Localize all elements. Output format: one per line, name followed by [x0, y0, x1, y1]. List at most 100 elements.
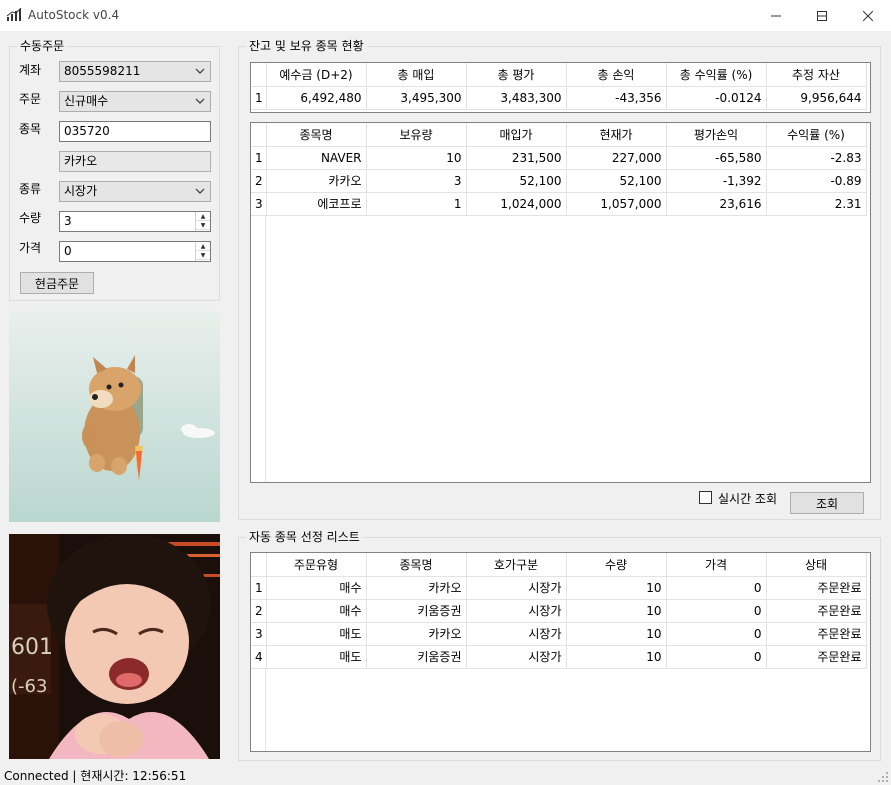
table-cell[interactable]: 227,000: [566, 146, 667, 170]
table-cell[interactable]: 10: [566, 622, 667, 646]
table-cell[interactable]: 10: [566, 599, 667, 623]
realtime-label[interactable]: 실시간 조회: [718, 490, 777, 507]
table-cell[interactable]: 10: [366, 146, 467, 170]
query-button[interactable]: 조회: [790, 492, 864, 514]
auto-list-header-row: 주문유형 종목명 호가구분 수량 가격 상태: [251, 553, 867, 577]
table-cell[interactable]: 매수: [266, 576, 367, 600]
column-header[interactable]: 상태: [766, 553, 867, 577]
table-cell[interactable]: 카카오: [266, 169, 367, 193]
minimize-button-2[interactable]: [753, 0, 799, 31]
cash-order-button[interactable]: 현금주문: [20, 272, 94, 294]
table-cell[interactable]: 주문완료: [766, 622, 867, 646]
table-cell[interactable]: 1,024,000: [466, 192, 567, 216]
table-cell[interactable]: 0: [666, 622, 767, 646]
qty-label: 수량: [19, 211, 42, 225]
table-row[interactable]: 4 매도 키움증권 시장가 10 0 주문완료: [251, 645, 867, 669]
quantity-spin-buttons[interactable]: ▲ ▼: [195, 212, 210, 231]
table-cell[interactable]: 23,616: [666, 192, 767, 216]
realtime-checkbox[interactable]: [699, 491, 712, 504]
spin-down-icon[interactable]: ▼: [196, 221, 210, 230]
column-header[interactable]: 종목명: [266, 123, 367, 147]
table-cell[interactable]: NAVER: [266, 146, 367, 170]
table-cell[interactable]: 매도: [266, 622, 367, 646]
auto-list-grid[interactable]: 주문유형 종목명 호가구분 수량 가격 상태 1 매수 카카오 시장가 10 0…: [250, 552, 871, 752]
table-cell[interactable]: -0.0124: [666, 86, 767, 110]
column-header[interactable]: 추정 자산: [766, 63, 867, 87]
table-cell[interactable]: 카카오: [366, 622, 467, 646]
maximize-button[interactable]: [799, 0, 845, 31]
table-row[interactable]: 2 매수 키움증권 시장가 10 0 주문완료: [251, 599, 867, 623]
table-cell[interactable]: -43,356: [566, 86, 667, 110]
spin-down-icon[interactable]: ▼: [196, 251, 210, 260]
table-cell[interactable]: 카카오: [366, 576, 467, 600]
maximize-icon: [817, 10, 827, 21]
table-cell[interactable]: 시장가: [466, 622, 567, 646]
table-row[interactable]: 2 카카오 3 52,100 52,100 -1,392 -0.89: [251, 169, 867, 193]
column-header[interactable]: 매입가: [466, 123, 567, 147]
table-cell[interactable]: 주문완료: [766, 576, 867, 600]
order-label: 주문: [19, 92, 42, 106]
table-cell[interactable]: 0: [666, 576, 767, 600]
table-cell[interactable]: 1,057,000: [566, 192, 667, 216]
table-cell[interactable]: 시장가: [466, 576, 567, 600]
table-cell[interactable]: 주문완료: [766, 599, 867, 623]
column-header[interactable]: 수량: [566, 553, 667, 577]
table-cell[interactable]: -1,392: [666, 169, 767, 193]
table-cell[interactable]: 10: [566, 576, 667, 600]
table-cell[interactable]: 6,492,480: [266, 86, 367, 110]
table-cell[interactable]: 시장가: [466, 645, 567, 669]
table-cell[interactable]: 키움증권: [366, 645, 467, 669]
close-button[interactable]: [845, 0, 891, 31]
column-header[interactable]: 총 평가: [466, 63, 567, 87]
column-header[interactable]: 종목명: [366, 553, 467, 577]
order-type-select[interactable]: 신규매수: [59, 91, 211, 112]
stock-code-input[interactable]: 035720: [59, 121, 211, 142]
table-row[interactable]: 3 매도 카카오 시장가 10 0 주문완료: [251, 622, 867, 646]
table-cell[interactable]: 2.31: [766, 192, 867, 216]
column-header[interactable]: 총 손익: [566, 63, 667, 87]
table-cell[interactable]: 3: [366, 169, 467, 193]
table-row[interactable]: 1 6,492,480 3,495,300 3,483,300 -43,356 …: [251, 86, 867, 110]
table-row[interactable]: 1 NAVER 10 231,500 227,000 -65,580 -2.83: [251, 146, 867, 170]
account-value: 8055598211: [64, 64, 141, 78]
table-cell[interactable]: -0.89: [766, 169, 867, 193]
column-header[interactable]: 수익률 (%): [766, 123, 867, 147]
table-cell[interactable]: 3,495,300: [366, 86, 467, 110]
table-cell[interactable]: 3,483,300: [466, 86, 567, 110]
quantity-stepper[interactable]: 3 ▲ ▼: [59, 211, 211, 232]
table-cell[interactable]: 시장가: [466, 599, 567, 623]
table-cell[interactable]: 9,956,644: [766, 86, 867, 110]
table-cell[interactable]: 키움증권: [366, 599, 467, 623]
table-cell[interactable]: 52,100: [566, 169, 667, 193]
column-header[interactable]: 보유량: [366, 123, 467, 147]
price-stepper[interactable]: 0 ▲ ▼: [59, 241, 211, 262]
table-cell[interactable]: 주문완료: [766, 645, 867, 669]
table-cell[interactable]: 52,100: [466, 169, 567, 193]
table-row[interactable]: 1 매수 카카오 시장가 10 0 주문완료: [251, 576, 867, 600]
table-cell[interactable]: 매도: [266, 645, 367, 669]
column-header[interactable]: 호가구분: [466, 553, 567, 577]
column-header[interactable]: 총 수익률 (%): [666, 63, 767, 87]
column-header[interactable]: 현재가: [566, 123, 667, 147]
table-cell[interactable]: 에코프로: [266, 192, 367, 216]
resize-grip-icon[interactable]: [877, 771, 889, 783]
account-select[interactable]: 8055598211: [59, 61, 211, 82]
price-type-select[interactable]: 시장가: [59, 181, 211, 202]
column-header[interactable]: 예수금 (D+2): [266, 63, 367, 87]
table-cell[interactable]: 0: [666, 599, 767, 623]
table-cell[interactable]: 231,500: [466, 146, 567, 170]
column-header[interactable]: 총 매입: [366, 63, 467, 87]
column-header[interactable]: 가격: [666, 553, 767, 577]
table-cell[interactable]: 10: [566, 645, 667, 669]
price-type-value: 시장가: [64, 184, 98, 198]
holdings-grid[interactable]: 종목명 보유량 매입가 현재가 평가손익 수익률 (%) 1 NAVER 10 …: [250, 122, 871, 483]
column-header[interactable]: 주문유형: [266, 553, 367, 577]
column-header[interactable]: 평가손익: [666, 123, 767, 147]
table-cell[interactable]: 1: [366, 192, 467, 216]
table-row[interactable]: 3 에코프로 1 1,024,000 1,057,000 23,616 2.31: [251, 192, 867, 216]
table-cell[interactable]: -65,580: [666, 146, 767, 170]
price-spin-buttons[interactable]: ▲ ▼: [195, 242, 210, 261]
table-cell[interactable]: -2.83: [766, 146, 867, 170]
table-cell[interactable]: 매수: [266, 599, 367, 623]
table-cell[interactable]: 0: [666, 645, 767, 669]
